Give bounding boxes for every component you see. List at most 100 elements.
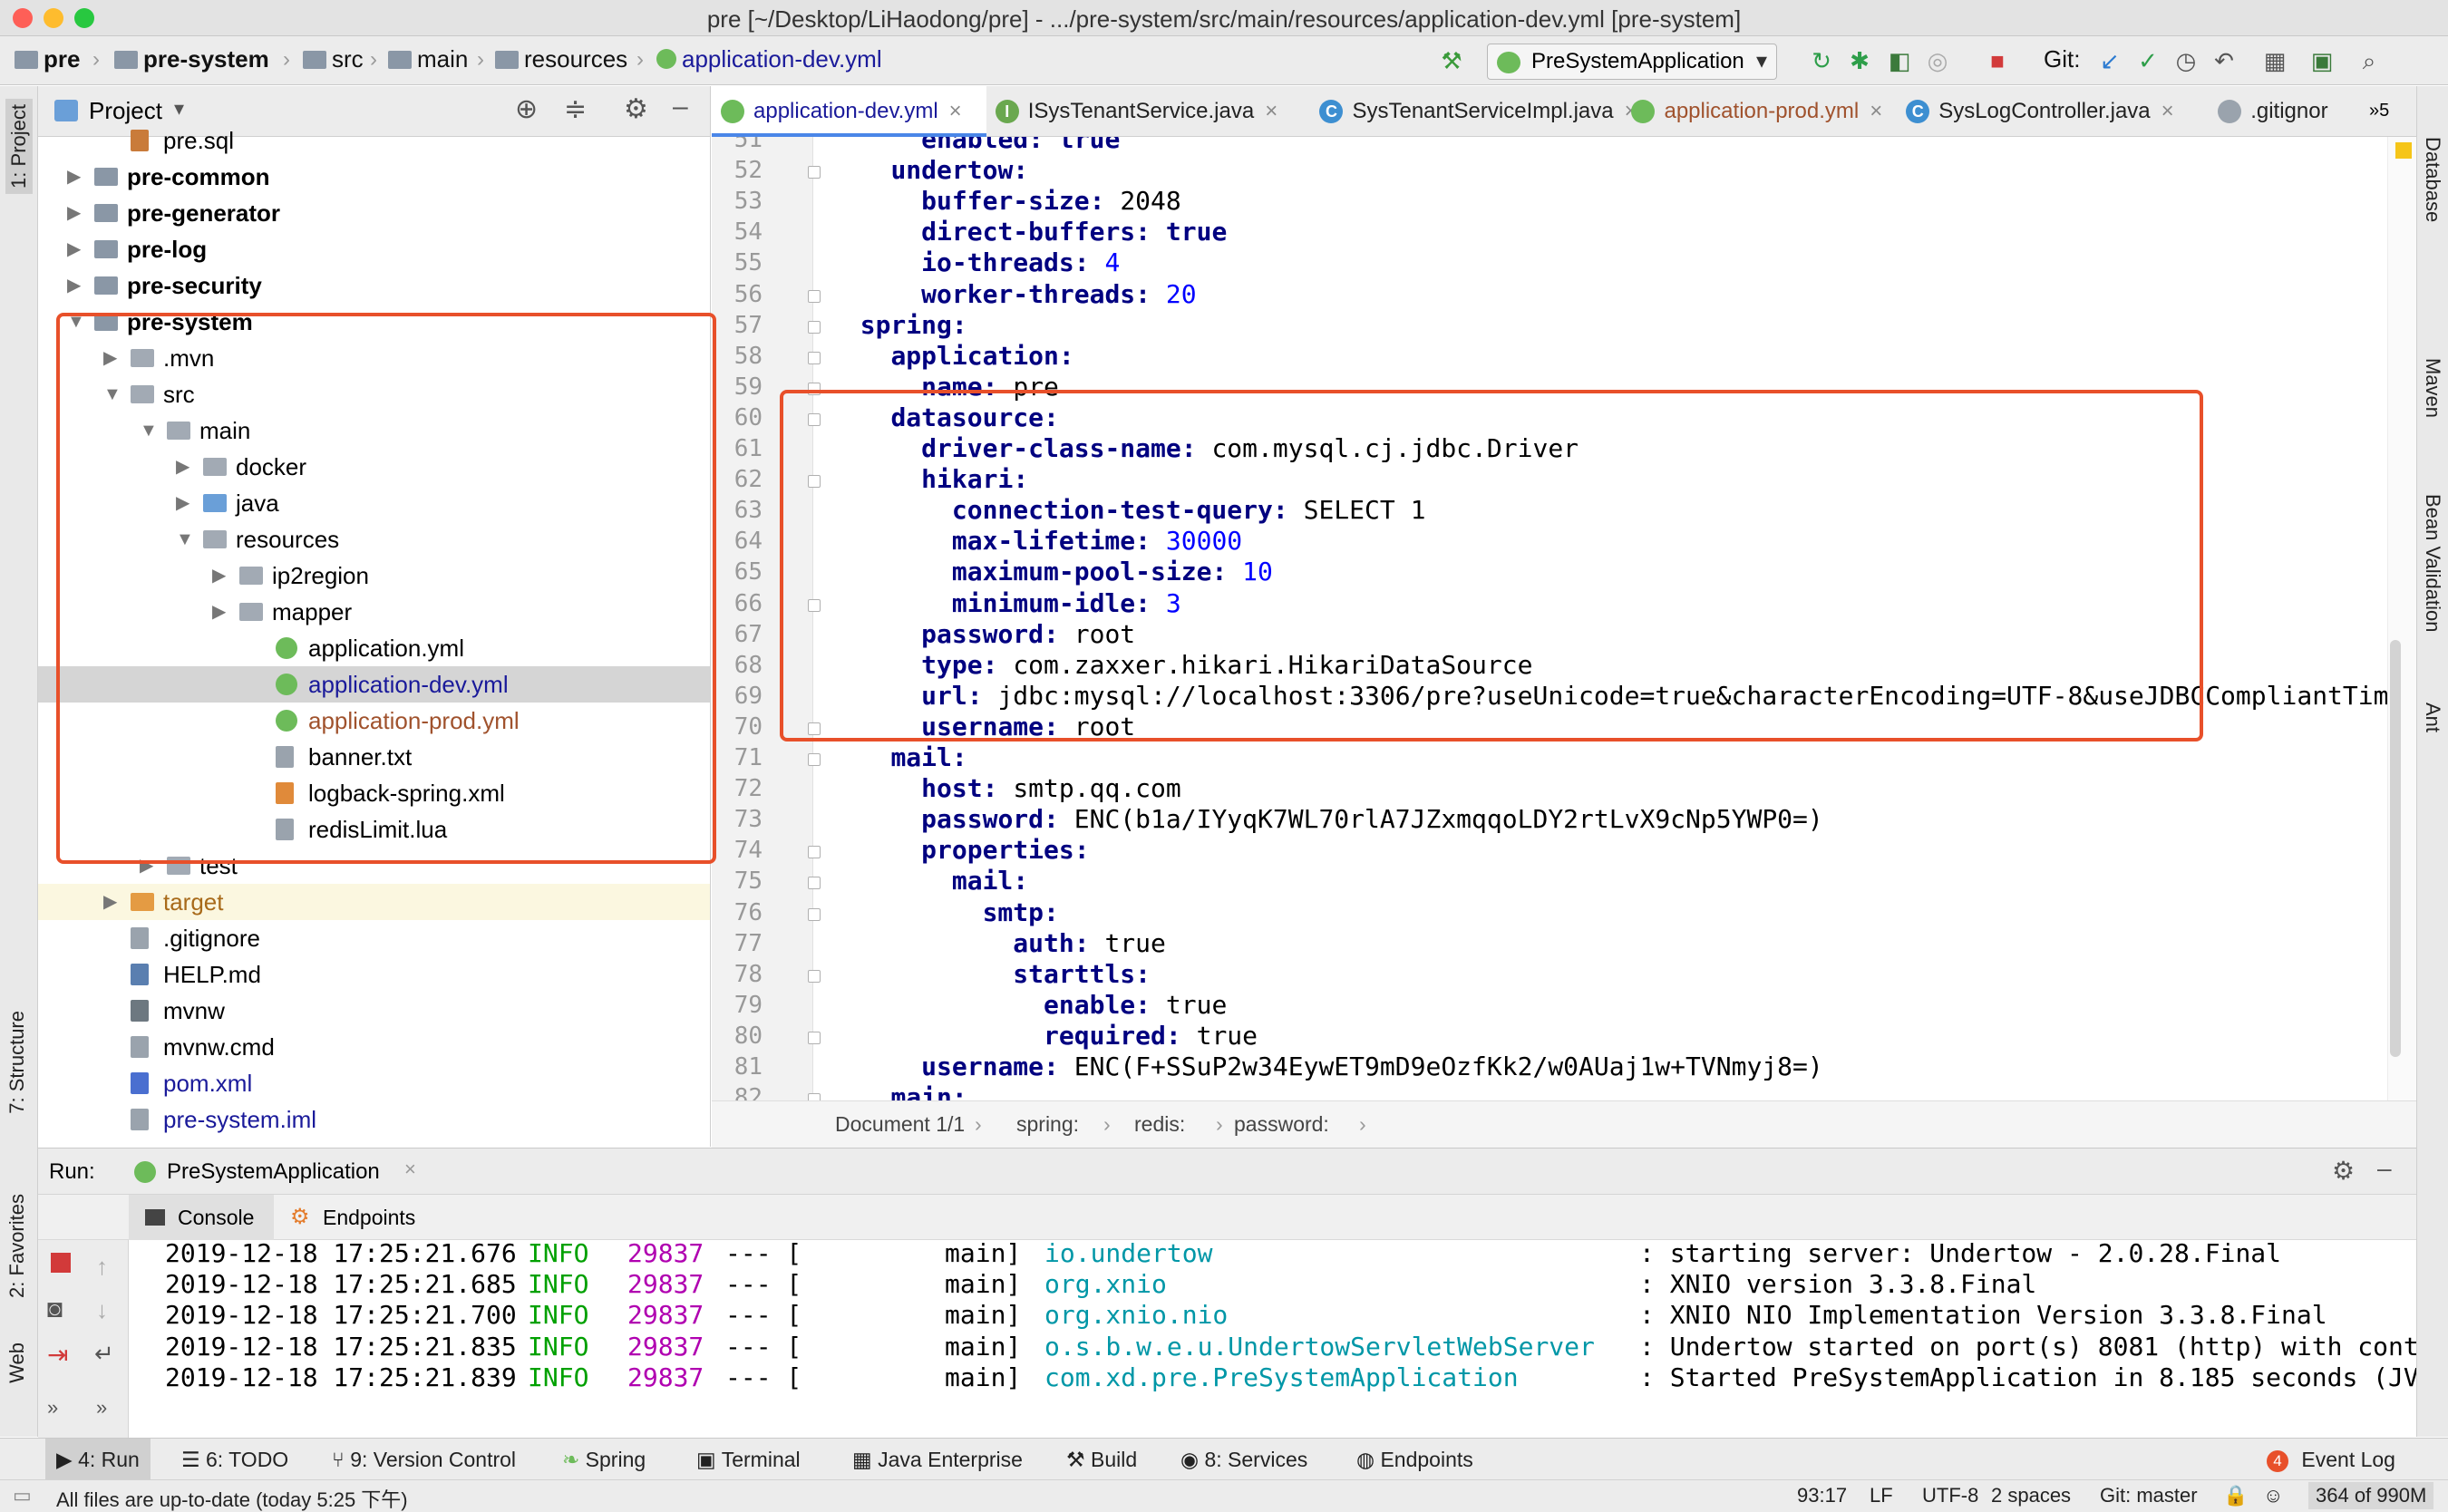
tab-structure[interactable]: 7: Structure: [5, 1011, 29, 1114]
chevron-right-icon[interactable]: ▶: [67, 231, 85, 267]
fold-marker-icon[interactable]: [808, 753, 821, 766]
tree-item[interactable]: .gitignore: [38, 920, 710, 956]
tab-spring[interactable]: ❧ Spring: [562, 1439, 646, 1480]
tab-ant[interactable]: Ant: [2421, 703, 2444, 732]
debug-bug-icon[interactable]: ✱: [1846, 47, 1873, 74]
tab-version-control[interactable]: ⑂ 9: Version Control: [332, 1439, 516, 1480]
lock-icon[interactable]: 🔒: [2223, 1484, 2248, 1507]
tab-endpoints-tool[interactable]: ◍ Endpoints: [1356, 1439, 1473, 1480]
editor-scrollbar[interactable]: [2390, 640, 2401, 1057]
run-configuration-select[interactable]: PreSystemApplication ▾: [1487, 44, 1777, 80]
chevron-right-icon[interactable]: ▶: [67, 195, 85, 231]
tab-endpoints[interactable]: ⚙ Endpoints: [283, 1195, 464, 1240]
log-logger[interactable]: org.xnio: [1044, 1269, 1167, 1299]
project-panel-title[interactable]: Project: [89, 97, 162, 125]
line-separator[interactable]: LF: [1870, 1484, 1893, 1507]
locate-target-icon[interactable]: ⊕: [515, 93, 538, 125]
tree-item[interactable]: ▶ pre-generator: [38, 195, 710, 231]
build-hammer-icon[interactable]: ⚒: [1438, 47, 1465, 74]
terminal-icon[interactable]: ▣: [2308, 47, 2336, 74]
tab-event-log[interactable]: 4 Event Log: [2267, 1439, 2395, 1480]
fold-marker-icon[interactable]: [808, 351, 821, 364]
log-logger[interactable]: org.xnio.nio: [1044, 1300, 1228, 1330]
tree-item[interactable]: pre.sql: [38, 122, 710, 159]
gear-icon[interactable]: ⚙: [2332, 1156, 2355, 1186]
tree-item[interactable]: ▶ pre-security: [38, 267, 710, 304]
log-logger[interactable]: io.undertow: [1044, 1240, 1212, 1268]
close-icon[interactable]: ×: [949, 99, 962, 123]
close-icon[interactable]: ×: [404, 1158, 416, 1181]
hide-panel-icon[interactable]: –: [673, 92, 688, 122]
tree-item[interactable]: mvnw: [38, 993, 710, 1029]
fold-marker-icon[interactable]: [808, 846, 821, 859]
tabs-overflow-indicator[interactable]: »5: [2369, 101, 2389, 121]
camera-icon[interactable]: ◙: [47, 1294, 63, 1323]
chevron-right-icon[interactable]: ▶: [67, 267, 85, 304]
git-commit-icon[interactable]: ✓: [2134, 47, 2161, 74]
breadcrumb-redis[interactable]: redis:: [1134, 1112, 1185, 1137]
breadcrumb-document[interactable]: Document 1/1: [835, 1112, 965, 1137]
editor-tab[interactable]: application-prod.yml ×: [1622, 86, 1897, 137]
tree-item[interactable]: HELP.md: [38, 956, 710, 993]
tab-maven[interactable]: Maven: [2421, 358, 2444, 418]
tab-database[interactable]: Database: [2421, 137, 2444, 222]
run-config-tab[interactable]: PreSystemApplication: [167, 1159, 380, 1185]
tab-todo[interactable]: ☰ 6: TODO: [181, 1439, 288, 1480]
nav-crumb-file[interactable]: application-dev.yml: [656, 45, 882, 73]
tab-bean-validation[interactable]: Bean Validation: [2421, 494, 2444, 633]
more-icon[interactable]: »: [47, 1396, 58, 1420]
scroll-up-icon[interactable]: ↑: [96, 1253, 108, 1281]
fold-marker-icon[interactable]: [808, 907, 821, 921]
tree-item[interactable]: ▶ pre-common: [38, 159, 710, 195]
soft-wrap-icon[interactable]: ↵: [94, 1340, 114, 1368]
tab-terminal[interactable]: ▣ Terminal: [696, 1439, 801, 1480]
editor-tab[interactable]: application-dev.yml ×: [712, 86, 986, 137]
profile-icon[interactable]: ◎: [1924, 47, 1951, 74]
coverage-icon[interactable]: ◧: [1886, 47, 1913, 74]
fold-marker-icon[interactable]: [808, 969, 821, 983]
log-logger[interactable]: o.s.b.w.e.u.UndertowServletWebServer: [1044, 1332, 1595, 1362]
nav-crumb-src[interactable]: src: [303, 45, 364, 73]
nav-crumb-resources[interactable]: resources: [495, 45, 627, 73]
stop-icon[interactable]: ■: [1984, 47, 2011, 74]
git-rollback-icon[interactable]: ↶: [2210, 47, 2238, 74]
close-icon[interactable]: ×: [1870, 99, 1882, 123]
collapse-all-icon[interactable]: ≑: [564, 93, 587, 125]
chevron-right-icon[interactable]: ▶: [103, 884, 121, 920]
stop-icon[interactable]: [51, 1253, 71, 1273]
fold-marker-icon[interactable]: [808, 289, 821, 303]
fold-marker-icon[interactable]: [808, 320, 821, 334]
nav-crumb-main[interactable]: main: [388, 45, 468, 73]
tree-item[interactable]: pre-system.iml: [38, 1101, 710, 1138]
chevron-down-icon[interactable]: ▾: [174, 97, 184, 121]
tab-java-enterprise[interactable]: ▦ Java Enterprise: [852, 1439, 1023, 1480]
breadcrumb-password[interactable]: password:: [1234, 1112, 1329, 1137]
caret-position[interactable]: 93:17: [1797, 1484, 1847, 1507]
memory-indicator[interactable]: 364 of 990M: [2308, 1482, 2434, 1509]
tab-favorites[interactable]: 2: Favorites: [5, 1194, 29, 1298]
tab-run[interactable]: ▶ 4: Run: [45, 1439, 151, 1480]
exit-icon[interactable]: ⇥: [47, 1340, 68, 1370]
tree-item[interactable]: mvnw.cmd: [38, 1029, 710, 1065]
file-encoding[interactable]: UTF-8: [1922, 1484, 1978, 1507]
nav-crumb-module[interactable]: pre-system: [114, 45, 269, 73]
scroll-down-icon[interactable]: ↓: [96, 1296, 108, 1324]
gear-icon[interactable]: ⚙: [624, 93, 648, 125]
breadcrumb-spring[interactable]: spring:: [1016, 1112, 1079, 1137]
more-icon[interactable]: »: [96, 1396, 107, 1420]
tab-services[interactable]: ◉ 8: Services: [1180, 1439, 1307, 1480]
fold-marker-icon[interactable]: [808, 166, 821, 179]
editor-tab[interactable]: I ISysTenantService.java ×: [986, 86, 1311, 137]
search-everywhere-icon[interactable]: ⌕: [2356, 47, 2383, 74]
tree-item[interactable]: pom.xml: [38, 1065, 710, 1101]
git-history-icon[interactable]: ◷: [2172, 47, 2200, 74]
fold-marker-icon[interactable]: [808, 877, 821, 890]
editor-tab[interactable]: C SysLogController.java ×: [1897, 86, 2209, 137]
hide-panel-icon[interactable]: –: [2377, 1154, 2392, 1183]
close-icon[interactable]: ×: [2161, 99, 2174, 123]
tree-item[interactable]: ▶ target: [38, 884, 710, 920]
fold-marker-icon[interactable]: [808, 1093, 821, 1100]
editor-error-stripe[interactable]: [2387, 137, 2416, 1100]
console-output[interactable]: 2019-12-18 17:25:21.676 INFO 29837 --- [mai…: [129, 1240, 2416, 1438]
git-branch[interactable]: Git: master: [2100, 1484, 2198, 1507]
